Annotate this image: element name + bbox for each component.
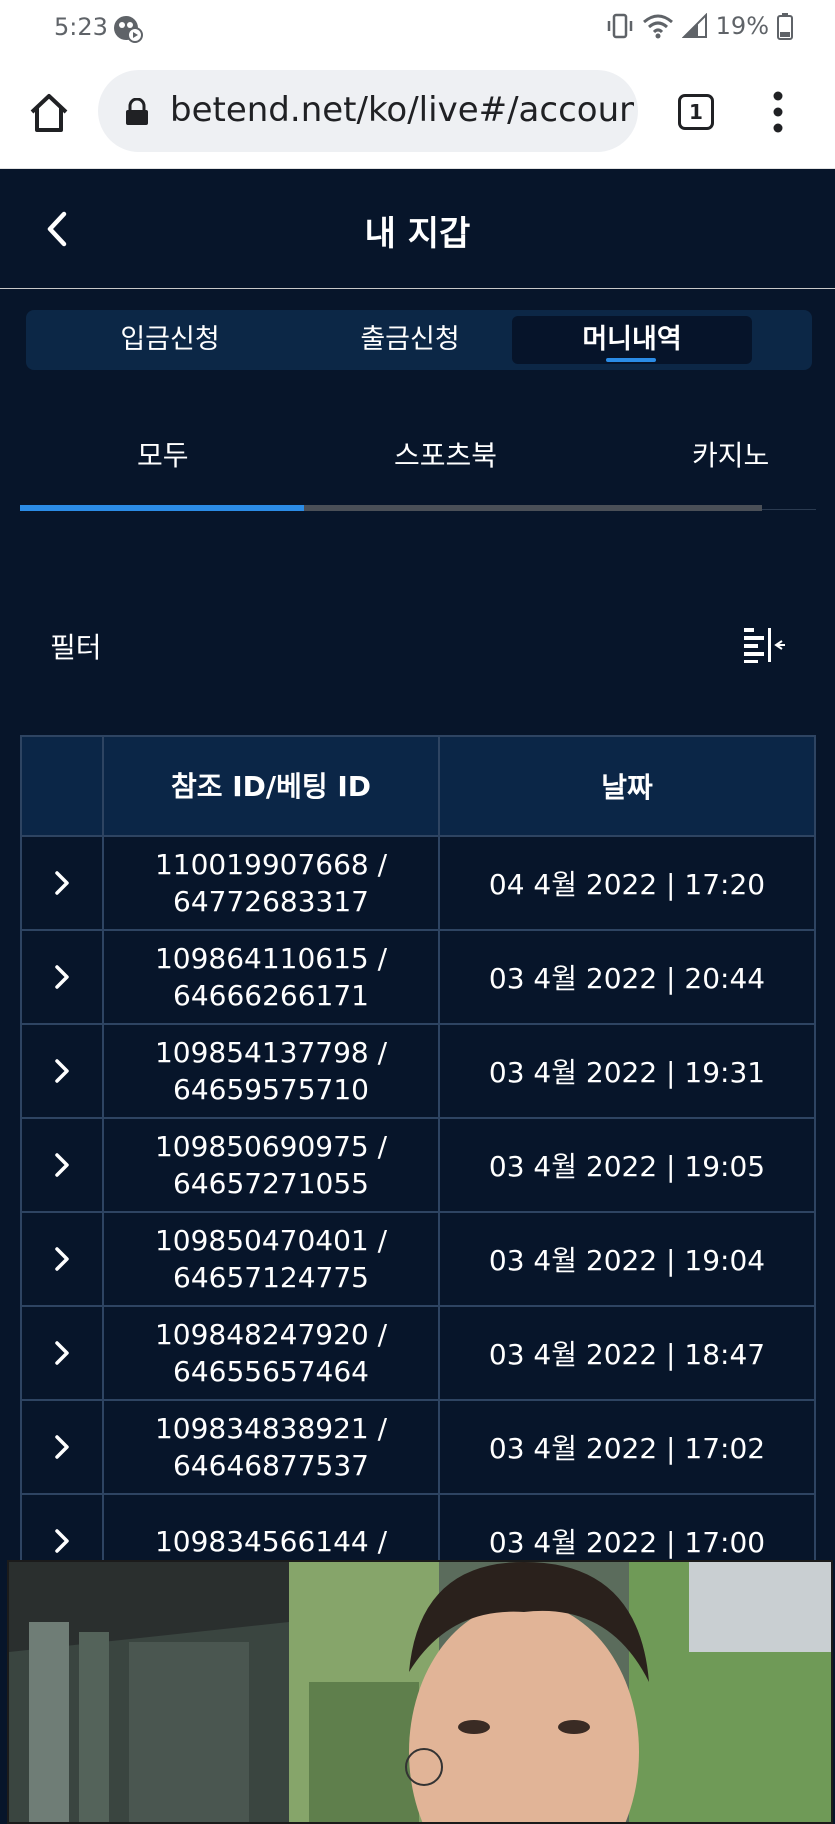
- ref-id-cell: 109854137798 / 64659575710: [102, 1023, 440, 1119]
- bet-id: 64646877537: [173, 1449, 369, 1482]
- page-header: 내 지갑: [0, 170, 835, 289]
- subtab-active-indicator: [20, 505, 304, 511]
- ref-id-cell: 109850690975 / 64657271055: [102, 1117, 440, 1213]
- date-cell: 03 4월 2022 | 19:04: [438, 1211, 816, 1307]
- date-cell: 03 4월 2022 | 17:02: [438, 1399, 816, 1495]
- status-time: 5:23: [54, 13, 108, 41]
- ref-id: 109834838921 /: [154, 1412, 388, 1445]
- bet-id: 64657271055: [173, 1167, 369, 1200]
- wallet-tab-bar: 입금신청 출금신청 머니내역: [26, 310, 812, 370]
- ref-id: 109848247920 /: [154, 1318, 388, 1351]
- tab-switcher-button[interactable]: 1: [678, 94, 714, 130]
- subtab-divider: [762, 509, 816, 510]
- tab-deposit[interactable]: 입금신청: [50, 316, 290, 364]
- vibrate-icon: [607, 13, 632, 39]
- table-row[interactable]: 110019907668 / 64772683317 04 4월 2022 | 1…: [20, 835, 816, 931]
- table-row[interactable]: 109854137798 / 64659575710 03 4월 2022 | 1…: [20, 1023, 816, 1119]
- expand-chevron-icon[interactable]: [53, 1151, 71, 1179]
- ref-id: 109854137798 /: [154, 1036, 388, 1069]
- expand-chevron-icon[interactable]: [53, 1339, 71, 1367]
- subtab-casino[interactable]: 카지노: [692, 434, 769, 474]
- home-icon[interactable]: [26, 90, 72, 136]
- table-header-row: 참조 ID/베팅 ID 날짜: [20, 735, 816, 837]
- lock-icon: [126, 98, 148, 125]
- ref-id: 109850690975 /: [154, 1130, 388, 1163]
- subtab-all[interactable]: 모두: [137, 434, 189, 474]
- browser-toolbar: betend.net/ko/live#/account/ 1: [0, 56, 835, 169]
- table-row[interactable]: 109850690975 / 64657271055 03 4월 2022 | 1…: [20, 1117, 816, 1213]
- header-date: 날짜: [438, 735, 816, 837]
- table-row[interactable]: 109848247920 / 64655657464 03 4월 2022 | 1…: [20, 1305, 816, 1401]
- expand-chevron-icon[interactable]: [53, 1527, 71, 1555]
- battery-percent: 19%: [715, 12, 769, 40]
- tab-money-history-label: 머니내역: [582, 324, 682, 355]
- expand-chevron-icon[interactable]: [53, 1057, 71, 1085]
- address-bar[interactable]: betend.net/ko/live#/account/: [98, 70, 638, 152]
- ref-id-cell: 109864110615 / 64666266171: [102, 929, 440, 1025]
- more-options-icon[interactable]: [770, 90, 786, 134]
- active-tab-indicator: [606, 358, 656, 362]
- ref-id: 109834566144 /: [154, 1524, 388, 1558]
- money-history-table: 참조 ID/베팅 ID 날짜 110019907668 / 64772683317…: [20, 735, 816, 1589]
- date-cell: 03 4월 2022 | 19:05: [438, 1117, 816, 1213]
- camera-video-overlay[interactable]: [7, 1560, 833, 1824]
- table-row[interactable]: 109834838921 / 64646877537 03 4월 2022 | 1…: [20, 1399, 816, 1495]
- expand-chevron-icon[interactable]: [53, 1245, 71, 1273]
- ref-id: 109850470401 /: [154, 1224, 388, 1257]
- bet-id: 64666266171: [173, 979, 369, 1012]
- subtab-sportsbook[interactable]: 스포츠북: [394, 434, 497, 474]
- battery-icon: [777, 13, 793, 40]
- url-text: betend.net/ko/live#/account/: [170, 90, 634, 130]
- app-notification-icon: [114, 16, 143, 43]
- bet-id: 64657124775: [173, 1261, 369, 1294]
- date-cell: 04 4월 2022 | 17:20: [438, 835, 816, 931]
- date-cell: 03 4월 2022 | 19:31: [438, 1023, 816, 1119]
- expand-chevron-icon[interactable]: [53, 869, 71, 897]
- ref-id-cell: 110019907668 / 64772683317: [102, 835, 440, 931]
- filter-label: 필터: [50, 631, 102, 664]
- ref-id: 110019907668 /: [154, 848, 388, 881]
- expand-chevron-icon[interactable]: [53, 1433, 71, 1461]
- header-ref-id: 참조 ID/베팅 ID: [102, 735, 440, 837]
- bet-id: 64655657464: [173, 1355, 369, 1388]
- ref-id: 109864110615 /: [154, 942, 388, 975]
- camera-feed-image: [9, 1562, 831, 1822]
- status-bar: 5:23 19%: [0, 0, 835, 56]
- ref-id-cell: 109848247920 / 64655657464: [102, 1305, 440, 1401]
- bet-id: 64659575710: [173, 1073, 369, 1106]
- table-row[interactable]: 109864110615 / 64666266171 03 4월 2022 | 2…: [20, 929, 816, 1025]
- wifi-icon: [642, 14, 673, 39]
- tab-withdraw[interactable]: 출금신청: [290, 316, 530, 364]
- page-title: 내 지갑: [364, 214, 471, 254]
- bet-id: 64772683317: [173, 885, 369, 918]
- expand-chevron-icon[interactable]: [53, 963, 71, 991]
- signal-icon: [681, 13, 707, 38]
- table-row[interactable]: 109850470401 / 64657124775 03 4월 2022 | 1…: [20, 1211, 816, 1307]
- subtab-scroll-track: [20, 505, 762, 511]
- tab-money-history[interactable]: 머니내역: [512, 316, 752, 364]
- filter-toggle-icon[interactable]: [740, 624, 786, 664]
- ref-id-cell: 109850470401 / 64657124775: [102, 1211, 440, 1307]
- date-cell: 03 4월 2022 | 18:47: [438, 1305, 816, 1401]
- ref-id-cell: 109834838921 / 64646877537: [102, 1399, 440, 1495]
- header-expand: [20, 735, 104, 837]
- date-cell: 03 4월 2022 | 20:44: [438, 929, 816, 1025]
